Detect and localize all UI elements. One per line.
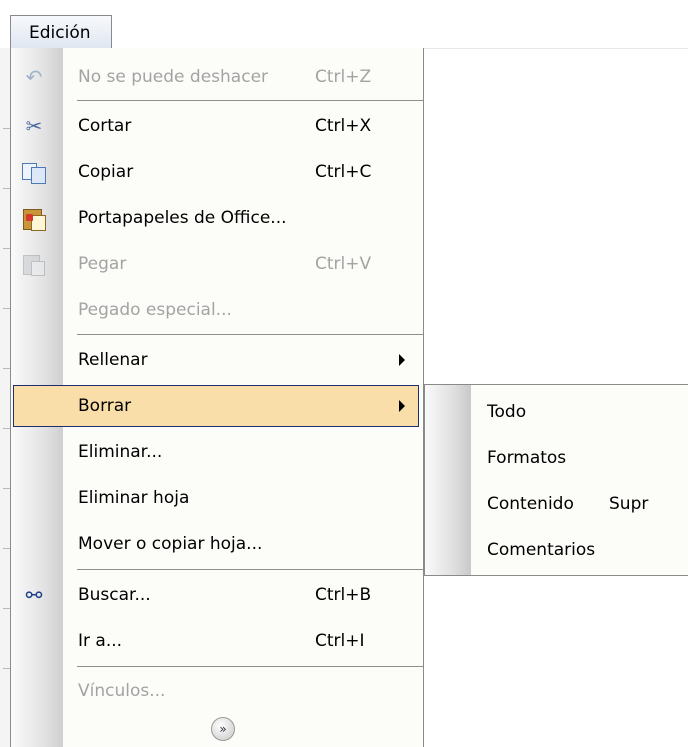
submenu-item-label: Comentarios [487,540,596,560]
menu-item-ir-a[interactable]: Ir a... Ctrl+I [11,618,423,664]
menu-item-cortar[interactable]: ✂ Cortar Ctrl+X [11,103,423,149]
menu-item-label: Eliminar hoja [78,488,190,508]
menu-separator [77,666,423,667]
menu-item-label: Buscar... [78,585,151,605]
menu-item-deshacer: ↶ No se puede deshacer Ctrl+Z [11,54,423,100]
submenu-item-label: Formatos [487,448,567,468]
submenu-item-contenido[interactable]: Contenido Supr [425,481,688,527]
edicion-dropdown-menu: ↶ No se puede deshacer Ctrl+Z ✂ Cortar C… [10,48,424,747]
submenu-item-shortcut: Supr [609,494,649,514]
menu-separator [77,334,423,335]
office-clipboard-icon [21,206,47,231]
submenu-item-label: Contenido [487,494,574,514]
menu-item-label: Pegado especial... [78,300,232,320]
menu-edicion-label: Edición [29,22,91,43]
menu-item-copiar[interactable]: Copiar Ctrl+C [11,149,423,195]
menu-item-eliminar[interactable]: Eliminar... [11,429,423,475]
submenu-item-todo[interactable]: Todo [425,389,688,435]
menu-item-rellenar[interactable]: Rellenar [11,337,423,383]
menu-item-vinculos: Vínculos... [11,668,423,714]
submenu-item-label: Todo [487,402,527,422]
menu-item-highlight [13,385,419,427]
menu-item-label: Rellenar [78,350,148,370]
submenu-item-formatos[interactable]: Formatos [425,435,688,481]
menu-item-label: Mover o copiar hoja... [78,534,263,554]
menu-item-portapapeles[interactable]: Portapapeles de Office... [11,195,423,241]
menu-item-shortcut: Ctrl+B [315,585,372,605]
menu-item-label: Pegar [78,254,127,274]
menu-separator [77,569,423,570]
menu-item-label: Portapapeles de Office... [78,208,287,228]
menu-item-pegar: Pegar Ctrl+V [11,241,423,287]
menu-item-label: Vínculos... [78,681,166,701]
undo-icon: ↶ [25,65,43,89]
scissors-icon: ✂ [25,114,43,138]
binoculars-icon: ⚯ [25,583,43,607]
menu-item-label: No se puede deshacer [78,67,269,87]
menu-separator [77,100,423,101]
menu-item-pegado-especial: Pegado especial... [11,287,423,333]
submenu-arrow-icon [399,354,405,366]
menu-item-label: Eliminar... [78,442,163,462]
submenu-item-comentarios[interactable]: Comentarios [425,527,688,573]
menu-item-shortcut: Ctrl+X [315,116,372,136]
menu-edicion-title[interactable]: Edición [10,15,112,49]
menu-item-shortcut: Ctrl+Z [315,67,372,87]
menu-item-label: Copiar [78,162,134,182]
expand-double-chevron-icon[interactable]: » [211,717,235,741]
menu-item-borrar[interactable]: Borrar [11,383,423,429]
menu-item-shortcut: Ctrl+C [315,162,372,182]
borrar-submenu: Todo Formatos Contenido Supr Comentarios [424,384,688,576]
menu-item-shortcut: Ctrl+I [315,631,365,651]
menu-item-mover-copiar-hoja[interactable]: Mover o copiar hoja... [11,521,423,567]
paste-icon [21,252,47,276]
menu-item-eliminar-hoja[interactable]: Eliminar hoja [11,475,423,521]
menu-item-label: Cortar [78,116,132,136]
menu-item-label: Borrar [78,396,132,416]
menu-item-buscar[interactable]: ⚯ Buscar... Ctrl+B [11,572,423,618]
copy-icon [21,160,47,184]
menu-item-label: Ir a... [78,631,123,651]
menu-item-shortcut: Ctrl+V [315,254,372,274]
submenu-arrow-icon [399,400,405,412]
